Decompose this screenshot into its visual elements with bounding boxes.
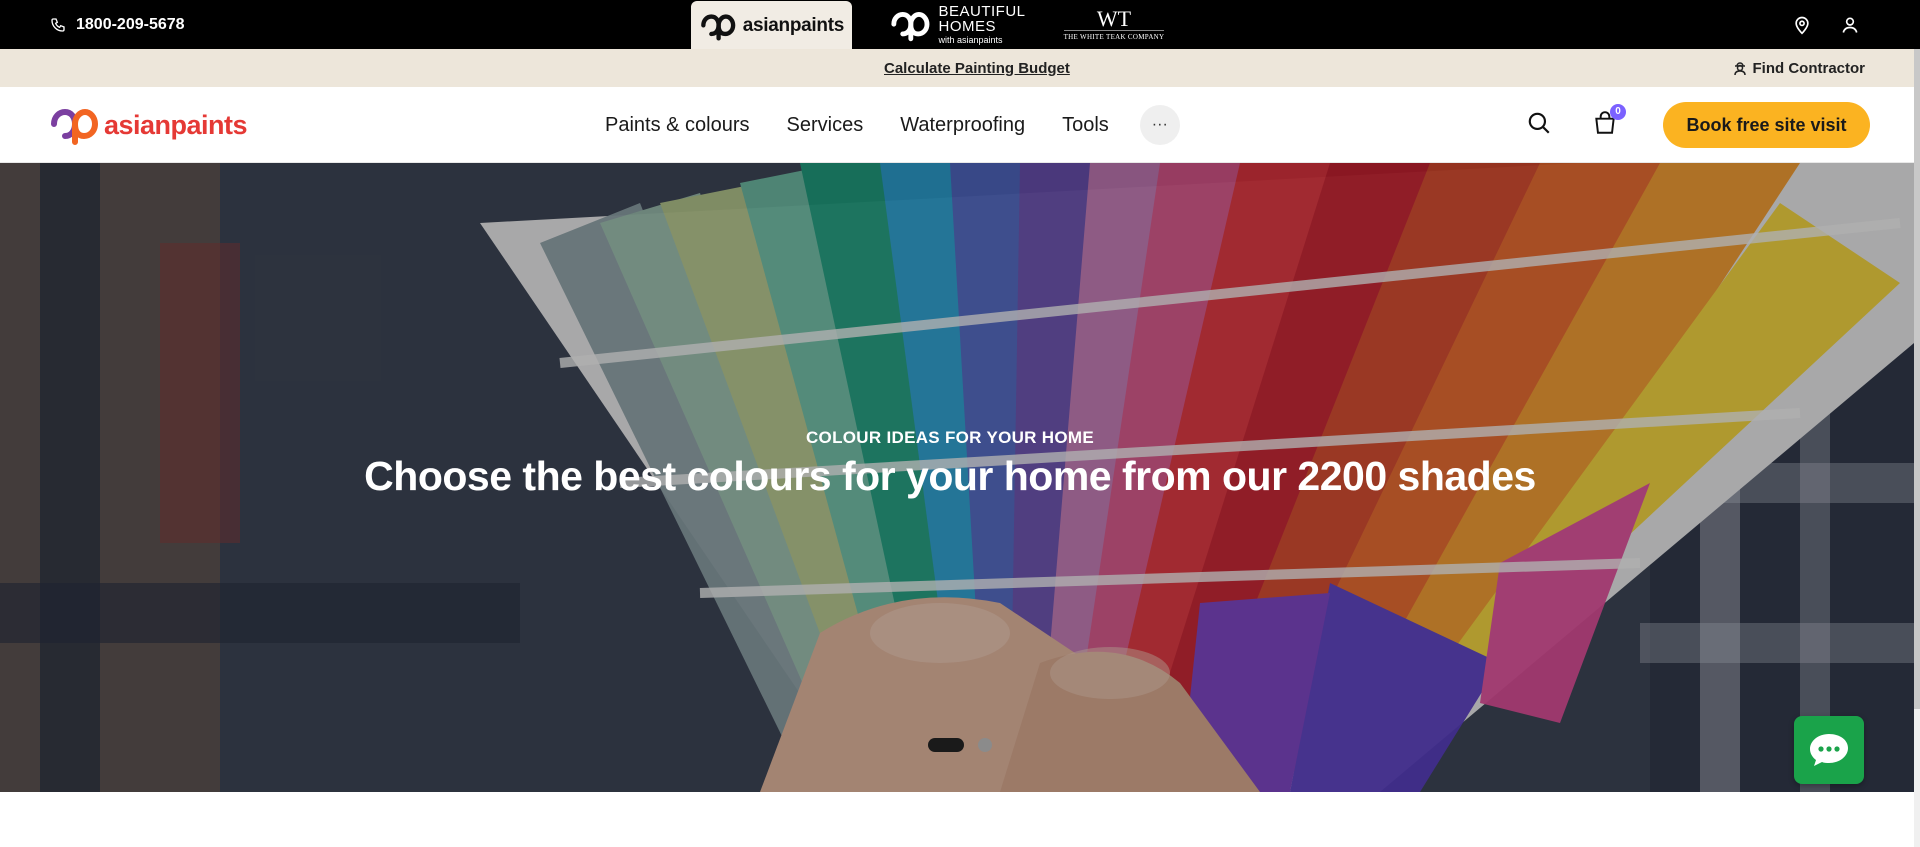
navbar-actions: 0 Book free site visit xyxy=(1526,87,1870,163)
user-icon[interactable] xyxy=(1840,15,1860,35)
find-contractor-label: Find Contractor xyxy=(1752,59,1866,77)
nav-item-tools[interactable]: Tools xyxy=(1062,114,1109,137)
book-site-visit-button[interactable]: Book free site visit xyxy=(1663,102,1870,148)
more-menu-button[interactable]: ··· xyxy=(1139,105,1180,145)
site-logo[interactable]: asianpaints xyxy=(48,104,248,146)
brand-tab-beautiful-homes[interactable]: BEAUTIFUL HOMES with asianpaints xyxy=(864,0,1050,49)
cart-count-badge: 0 xyxy=(1610,103,1626,120)
white-teak-name: THE WHITE TEAK COMPANY xyxy=(1063,29,1165,41)
page-scrollbar[interactable] xyxy=(1914,49,1920,847)
primary-nav: Paints & colours Services Waterproofing … xyxy=(605,87,1180,163)
carousel-dot-1[interactable] xyxy=(928,738,964,752)
nav-item-paints-colours[interactable]: Paints & colours xyxy=(605,114,750,137)
scrollbar-thumb[interactable] xyxy=(1914,49,1920,709)
brand-tab-asianpaints[interactable]: asianpaints xyxy=(691,1,852,50)
brand-line2: HOMES xyxy=(938,18,996,35)
asianpaints-logo-icon xyxy=(51,108,99,145)
find-contractor-link[interactable]: Find Contractor xyxy=(1733,49,1866,87)
location-pin-icon[interactable] xyxy=(1792,15,1812,35)
hero-banner: COLOUR IDEAS FOR YOUR HOME Choose the be… xyxy=(0,163,1914,792)
top-brand-bar: 1800-209-5678 asianpaints BEAUTIFUL HOME… xyxy=(0,0,1920,50)
main-navbar: asianpaints Paints & colours Services Wa… xyxy=(0,87,1920,163)
top-utility-icons xyxy=(1792,0,1860,49)
brand-line3: with asianpaints xyxy=(938,35,1003,45)
search-button[interactable] xyxy=(1526,110,1552,141)
phone-number: 1800-209-5678 xyxy=(76,15,185,33)
nav-item-services[interactable]: Services xyxy=(787,114,864,137)
brand-name: asianpaints xyxy=(742,14,845,36)
chat-bubble-icon xyxy=(1810,734,1848,766)
logo-wordmark: asianpaints xyxy=(104,109,248,140)
beautiful-homes-wordmark: BEAUTIFUL HOMES with asianpaints xyxy=(938,4,1025,45)
hero-headline: Choose the best colours for your home fr… xyxy=(364,453,1536,499)
brand-switcher: asianpaints BEAUTIFUL HOMES with asianpa… xyxy=(691,0,1178,50)
brand-tab-white-teak[interactable]: WT THE WHITE TEAK COMPANY xyxy=(1050,0,1178,49)
brand-line1: BEAUTIFUL xyxy=(938,3,1026,20)
calculate-budget-link[interactable]: Calculate Painting Budget xyxy=(884,49,1070,87)
contractor-icon xyxy=(1733,62,1746,76)
carousel-dot-2[interactable] xyxy=(978,738,992,752)
white-teak-monogram: WT xyxy=(1096,5,1132,31)
utility-bar: Calculate Painting Budget Find Contracto… xyxy=(0,49,1920,87)
phone-contact[interactable]: 1800-209-5678 xyxy=(50,0,185,49)
carousel-pagination xyxy=(928,738,992,752)
beautiful-homes-logo-icon xyxy=(891,11,930,41)
phone-icon xyxy=(51,17,65,32)
asianpaints-logo-icon xyxy=(701,13,736,41)
search-icon xyxy=(1528,112,1550,134)
hero-eyebrow: COLOUR IDEAS FOR YOUR HOME xyxy=(805,428,1094,447)
nav-item-waterproofing[interactable]: Waterproofing xyxy=(900,114,1025,137)
cart-button[interactable]: 0 xyxy=(1592,103,1626,141)
chat-button[interactable] xyxy=(1794,716,1864,784)
